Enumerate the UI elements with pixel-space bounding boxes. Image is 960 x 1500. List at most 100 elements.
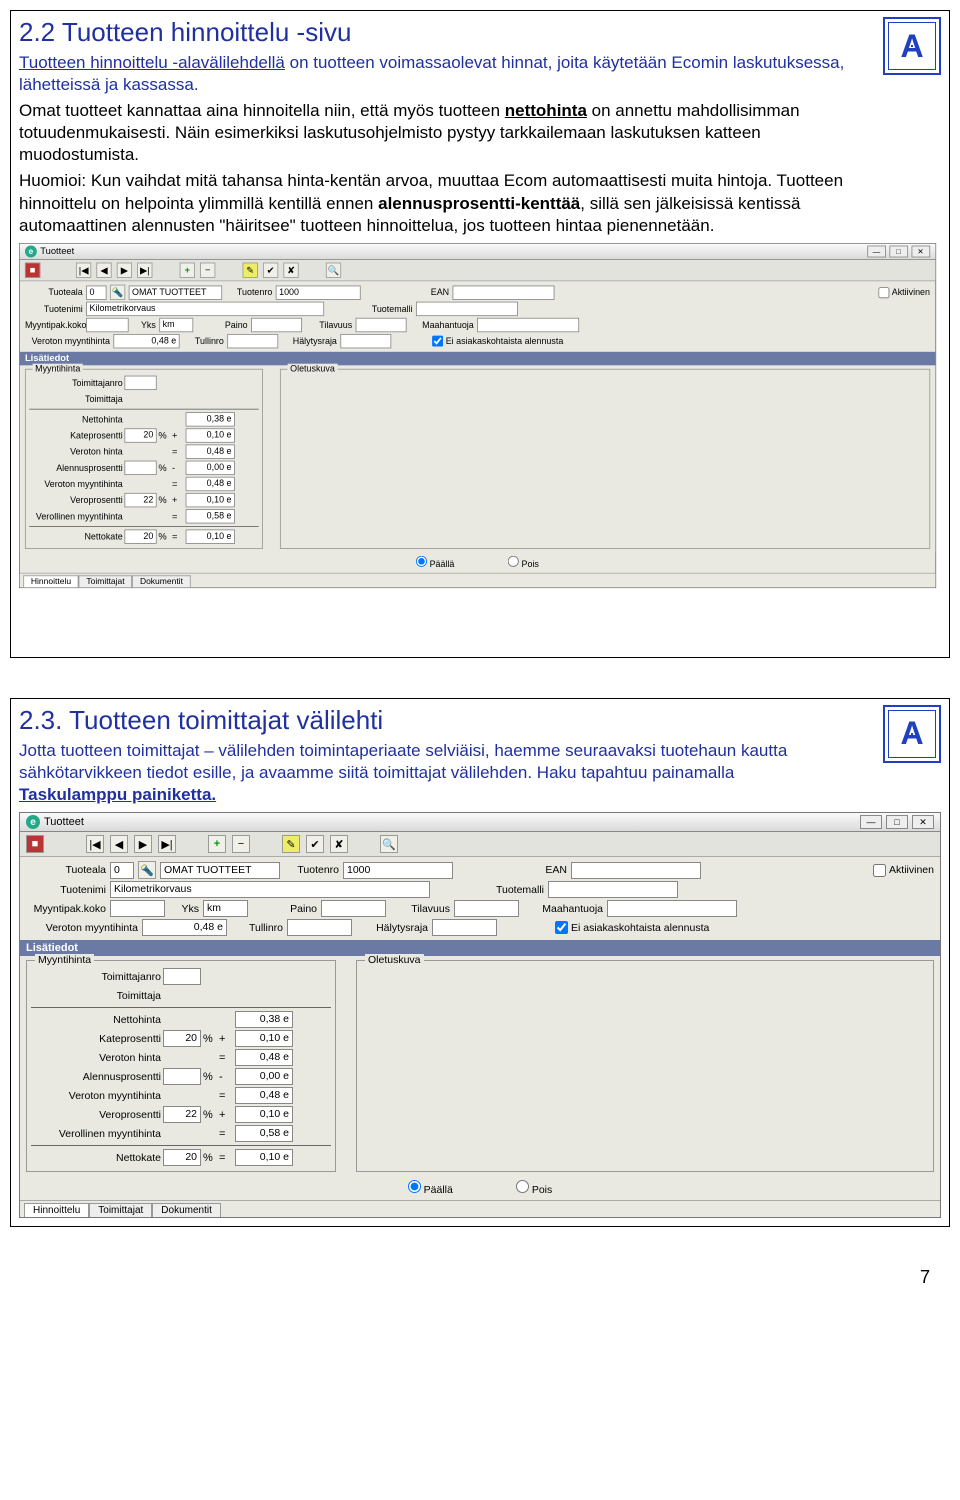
nettohinta-value-2[interactable]: 0,38 e xyxy=(235,1011,293,1028)
tuotemalli-input[interactable] xyxy=(416,301,518,315)
add-button[interactable]: + xyxy=(180,262,195,277)
yks-input-2[interactable]: km xyxy=(203,900,248,917)
window-title-2: Tuotteet xyxy=(44,816,84,828)
search-button[interactable]: 🔍 xyxy=(326,262,341,277)
halytys-input-2[interactable] xyxy=(432,919,497,936)
veropros-input[interactable]: 22 xyxy=(124,493,156,507)
myyntipak-input[interactable] xyxy=(86,318,128,332)
myyntipak-input-2[interactable] xyxy=(110,900,165,917)
verotonmyynti-input-2[interactable]: 0,48 e xyxy=(142,919,227,936)
radio-pois[interactable]: Pois xyxy=(508,559,539,569)
maximize-button-2[interactable]: □ xyxy=(886,815,908,829)
kateprosentti-input[interactable]: 20 xyxy=(124,428,156,442)
verotonmyynti-input[interactable]: 0,48 e xyxy=(113,334,179,348)
verollinen-value[interactable]: 0,58 e xyxy=(186,509,235,523)
tab-hinnoittelu[interactable]: Hinnoittelu xyxy=(23,575,78,587)
close-button-2[interactable]: ✕ xyxy=(912,815,934,829)
aktiivinen-checkbox[interactable]: Aktiivinen xyxy=(878,287,930,298)
save-button[interactable]: ✔ xyxy=(263,262,278,277)
eiasiakas-checkbox-2[interactable]: Ei asiakaskohtaista alennusta xyxy=(555,921,709,934)
minimize-button[interactable]: — xyxy=(867,245,886,257)
alennuspros-input-2[interactable] xyxy=(163,1068,201,1085)
eiasiakas-checkbox[interactable]: Ei asiakaskohtaista alennusta xyxy=(432,335,563,346)
nettokate-pct[interactable]: 20 xyxy=(124,529,156,543)
nettohinta-value[interactable]: 0,38 e xyxy=(186,412,235,426)
paino-input-2[interactable] xyxy=(321,900,386,917)
nav-first-button-2[interactable]: |◀ xyxy=(86,835,104,853)
tilavuus-input[interactable] xyxy=(356,318,407,332)
tuotenro-input-2[interactable]: 1000 xyxy=(343,862,453,879)
toimittajanro-label: Toimittajanro xyxy=(29,377,123,387)
cancel-button-2[interactable]: ✘ xyxy=(330,835,348,853)
tuotenimi-input-2[interactable]: Kilometrikorvaus xyxy=(110,881,430,898)
delete-button[interactable]: − xyxy=(200,262,215,277)
maahantuoja-input-2[interactable] xyxy=(607,900,737,917)
lookup-icon-2[interactable]: 🔦 xyxy=(138,861,156,879)
edit-button-2[interactable]: ✎ xyxy=(282,835,300,853)
nav-last-button-2[interactable]: ▶| xyxy=(158,835,176,853)
nettokate-pct-2[interactable]: 20 xyxy=(163,1149,201,1166)
tullinro-input-2[interactable] xyxy=(287,919,352,936)
tullinro-input[interactable] xyxy=(227,334,278,348)
tab-dokumentit-2[interactable]: Dokumentit xyxy=(152,1203,221,1217)
paino-input[interactable] xyxy=(251,318,302,332)
toolbar-record-button[interactable]: ■ xyxy=(25,262,40,277)
verotonmyynti2-value-2[interactable]: 0,48 e xyxy=(235,1087,293,1104)
alennuspros-input[interactable] xyxy=(124,460,156,474)
edit-button[interactable]: ✎ xyxy=(243,262,258,277)
ean-input[interactable] xyxy=(453,285,555,299)
kateprosentti-input-2[interactable]: 20 xyxy=(163,1030,201,1047)
minimize-button-2[interactable]: — xyxy=(860,815,882,829)
halytys-input[interactable] xyxy=(340,334,391,348)
nav-prev-button-2[interactable]: ◀ xyxy=(110,835,128,853)
toimittajanro-input[interactable] xyxy=(124,375,156,389)
tuoteala-name[interactable]: OMAT TUOTTEET xyxy=(129,285,223,299)
section-2: A 2.3. Tuotteen toimittajat välilehti Jo… xyxy=(10,698,950,1227)
tuotemalli-label: Tuotemalli xyxy=(328,304,413,314)
maximize-button[interactable]: □ xyxy=(889,245,908,257)
lookup-icon[interactable]: 🔦 xyxy=(110,284,125,299)
tuotenimi-input[interactable]: Kilometrikorvaus xyxy=(86,301,324,315)
maahantuoja-input[interactable] xyxy=(477,318,579,332)
tuoteala-input-2[interactable]: 0 xyxy=(110,862,134,879)
veropros-input-2[interactable]: 22 xyxy=(163,1106,201,1123)
add-button-2[interactable]: + xyxy=(208,835,226,853)
close-button[interactable]: ✕ xyxy=(911,245,930,257)
verollinen-value-2[interactable]: 0,58 e xyxy=(235,1125,293,1142)
tuotemalli-input-2[interactable] xyxy=(548,881,678,898)
toolbar-record-button-2[interactable]: ■ xyxy=(26,835,44,853)
nav-first-button[interactable]: |◀ xyxy=(76,262,91,277)
tab-hinnoittelu-2[interactable]: Hinnoittelu xyxy=(24,1203,89,1217)
ean-input-2[interactable] xyxy=(571,862,701,879)
section-1-para2: Omat tuotteet kannattaa aina hinnoitella… xyxy=(19,100,941,166)
tab-toimittajat[interactable]: Toimittajat xyxy=(79,575,133,587)
toimittajanro-input-2[interactable] xyxy=(163,968,201,985)
aktiivinen-checkbox-2[interactable]: Aktiivinen xyxy=(873,864,934,877)
tuotenro-input[interactable]: 1000 xyxy=(276,285,361,299)
nav-last-button[interactable]: ▶| xyxy=(137,262,152,277)
radio-paalla[interactable]: Päällä xyxy=(416,559,454,569)
nav-prev-button[interactable]: ◀ xyxy=(96,262,111,277)
tab-toimittajat-2[interactable]: Toimittajat xyxy=(89,1203,152,1217)
tuotenimi-label-2: Tuotenimi xyxy=(26,884,106,896)
nav-next-button-2[interactable]: ▶ xyxy=(134,835,152,853)
verotonhinta-label-2: Veroton hinta xyxy=(31,1052,161,1064)
tullinro-label: Tullinro xyxy=(183,336,224,346)
tab-dokumentit[interactable]: Dokumentit xyxy=(132,575,190,587)
delete-button-2[interactable]: − xyxy=(232,835,250,853)
yks-input[interactable]: km xyxy=(159,318,193,332)
tuoteala-name-2[interactable]: OMAT TUOTTEET xyxy=(160,862,280,879)
alennus-value: 0,00 e xyxy=(186,460,235,474)
toimittajanro-label-2: Toimittajanro xyxy=(31,971,161,983)
search-button-2[interactable]: 🔍 xyxy=(380,835,398,853)
save-button-2[interactable]: ✔ xyxy=(306,835,324,853)
cancel-button[interactable]: ✘ xyxy=(283,262,298,277)
nav-next-button[interactable]: ▶ xyxy=(117,262,132,277)
verotonmyynti2-value[interactable]: 0,48 e xyxy=(186,477,235,491)
tilavuus-input-2[interactable] xyxy=(454,900,519,917)
tuoteala-input[interactable]: 0 xyxy=(86,285,106,299)
verotonhinta-value[interactable]: 0,48 e xyxy=(186,444,235,458)
radio-paalla-2[interactable]: Päällä xyxy=(408,1184,453,1196)
verotonhinta-value-2[interactable]: 0,48 e xyxy=(235,1049,293,1066)
radio-pois-2[interactable]: Pois xyxy=(516,1184,552,1196)
